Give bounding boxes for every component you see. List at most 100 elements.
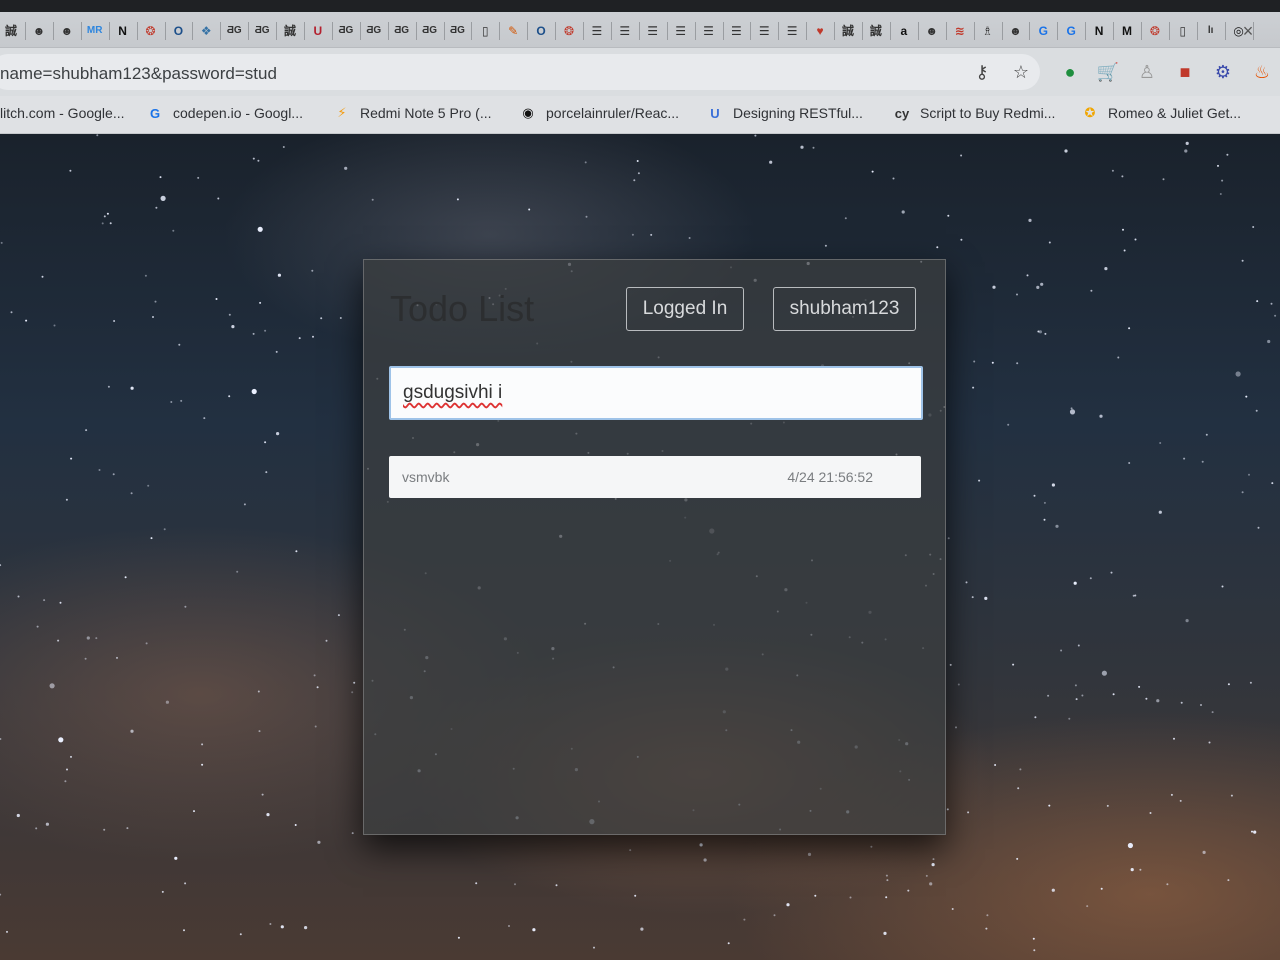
star <box>1037 330 1040 333</box>
star <box>1104 267 1108 271</box>
star <box>1033 949 1036 952</box>
extension-red-icon[interactable]: ■ <box>1173 60 1197 84</box>
extension-grey-icon[interactable]: ♙ <box>1135 60 1159 84</box>
avatar-icon[interactable]: ☻ <box>1004 20 1031 42</box>
dg-icon[interactable]: ƋG <box>419 20 445 42</box>
medium-icon[interactable]: M <box>1116 20 1142 42</box>
bookmark-item[interactable]: Gcodepen.io - Googl... <box>146 100 303 126</box>
star-icon[interactable]: ☆ <box>1009 60 1033 84</box>
address-bar-url[interactable]: name=shubham123&password=stud <box>0 64 277 84</box>
github-icon: ◉ <box>522 105 534 120</box>
ghost-icon[interactable]: ♗ <box>977 20 1003 42</box>
avatar-icon[interactable]: ☻ <box>28 20 54 42</box>
avatar-icon[interactable]: ☻ <box>56 20 82 42</box>
dg-icon[interactable]: ƋG <box>251 20 278 42</box>
close-tab-icon[interactable]: × <box>1238 20 1258 42</box>
bookmark-item[interactable]: ⚡ Redmi Note 5 Pro (... <box>333 100 491 126</box>
tab-separator <box>1057 22 1059 40</box>
star <box>1090 289 1093 292</box>
list-icon[interactable]: ☰ <box>781 20 808 42</box>
tab-separator <box>527 22 529 40</box>
extension-flame-icon[interactable]: ♨ <box>1250 60 1274 84</box>
heart-icon[interactable]: ♥ <box>809 20 836 42</box>
star <box>1205 433 1208 436</box>
edit-icon[interactable]: ✎ <box>502 20 529 42</box>
bookmark-item[interactable]: litch.com - Google... <box>0 100 125 126</box>
window-top-bar <box>0 0 1280 12</box>
star <box>351 691 354 694</box>
cart-icon[interactable]: 🛒 <box>1096 60 1120 84</box>
star <box>261 793 264 796</box>
flag-icon[interactable]: ≋ <box>949 20 975 42</box>
bookmark-item[interactable]: cy Script to Buy Redmi... <box>893 100 1056 126</box>
star <box>1270 302 1273 305</box>
o-icon[interactable]: O <box>530 20 557 42</box>
amazon-icon[interactable]: a <box>893 20 919 42</box>
document-icon[interactable]: ▯ <box>474 20 501 42</box>
udemy-icon[interactable]: U <box>307 20 333 42</box>
cy-icon: cy <box>894 105 910 121</box>
tab-separator <box>25 22 26 40</box>
dg-icon[interactable]: ƋG <box>335 20 361 42</box>
bookmark-item[interactable]: U Designing RESTful... <box>706 100 863 126</box>
mr-icon[interactable]: MR <box>84 20 110 42</box>
opera-icon[interactable]: ❂ <box>140 20 166 42</box>
todo-item[interactable]: vsmvbk 4/24 21:56:52 <box>389 456 921 498</box>
opera-icon[interactable]: ❂ <box>558 20 584 42</box>
star <box>1026 274 1029 277</box>
todo-input-value[interactable]: gsdugsivhi i <box>403 382 502 404</box>
bookmark-item[interactable]: ◉ porcelainruler/Reac... <box>519 100 679 126</box>
star <box>1201 460 1204 463</box>
python-icon[interactable]: ❖ <box>195 20 222 42</box>
star <box>585 215 588 218</box>
todo-input[interactable]: gsdugsivhi i <box>389 366 923 420</box>
avatar-icon[interactable]: ☻ <box>921 20 947 42</box>
star <box>1123 249 1126 252</box>
extension-green-icon[interactable]: ● <box>1058 60 1082 84</box>
chinese-char-icon[interactable]: 誠 <box>865 20 891 42</box>
document-icon[interactable]: ▯ <box>1172 20 1198 42</box>
list-icon[interactable]: ☰ <box>670 20 696 42</box>
star <box>1099 414 1103 418</box>
chinese-char-icon[interactable]: 誠 <box>0 20 26 42</box>
tab-separator <box>108 22 110 40</box>
star <box>650 233 653 236</box>
o-icon[interactable]: O <box>167 20 194 42</box>
notion-icon[interactable]: N <box>112 20 138 42</box>
list-icon[interactable]: ☰ <box>753 20 780 42</box>
star <box>1211 711 1214 714</box>
dg-icon[interactable]: ƋG <box>446 20 473 42</box>
google-icon[interactable]: G <box>1032 20 1059 42</box>
chinese-char-icon[interactable]: 誠 <box>279 20 305 42</box>
list-icon[interactable]: ☰ <box>642 20 668 42</box>
star <box>1128 327 1131 330</box>
dg-icon[interactable]: ƋG <box>363 20 389 42</box>
dg-icon[interactable]: ƋG <box>391 20 417 42</box>
key-icon[interactable]: ⚷ <box>970 60 994 84</box>
dg-icon[interactable]: ƋG <box>223 20 250 42</box>
star <box>66 768 68 771</box>
star <box>640 927 644 931</box>
bookmark-item[interactable]: ✪ Romeo & Juliet Get... <box>1081 100 1242 126</box>
list-icon[interactable]: ☰ <box>586 20 612 42</box>
list-icon[interactable]: ☰ <box>698 20 724 42</box>
logged-in-button[interactable]: Logged In <box>626 287 744 331</box>
star <box>814 894 817 897</box>
google-icon[interactable]: G <box>1060 20 1087 42</box>
star <box>871 170 874 173</box>
library-icon[interactable]: lı <box>1200 20 1226 42</box>
list-icon[interactable]: ☰ <box>614 20 640 42</box>
star <box>1019 768 1022 771</box>
star <box>36 625 39 628</box>
list-icon[interactable]: ☰ <box>725 20 752 42</box>
star <box>45 822 50 826</box>
username-button[interactable]: shubham123 <box>773 287 916 331</box>
opera-icon[interactable]: ❂ <box>1144 20 1170 42</box>
extension-blue-icon[interactable]: ⚙ <box>1211 60 1235 84</box>
star <box>1179 799 1182 802</box>
chinese-char-icon[interactable]: 誠 <box>837 20 863 42</box>
star <box>1028 218 1032 222</box>
notion-icon[interactable]: N <box>1088 20 1115 42</box>
browser-tab-strip: 誠 ☻ ☻ MR N ❂ O ❖ ƋG ƋG 誠 U ƋG ƋG ƋG ƋG ƋG ▯ ✎ O ❂ ☰ ☰ ☰ ☰ ☰ ☰ ☰ ☰ ♥ 誠誠… <box>0 0 1280 48</box>
star <box>101 222 104 225</box>
